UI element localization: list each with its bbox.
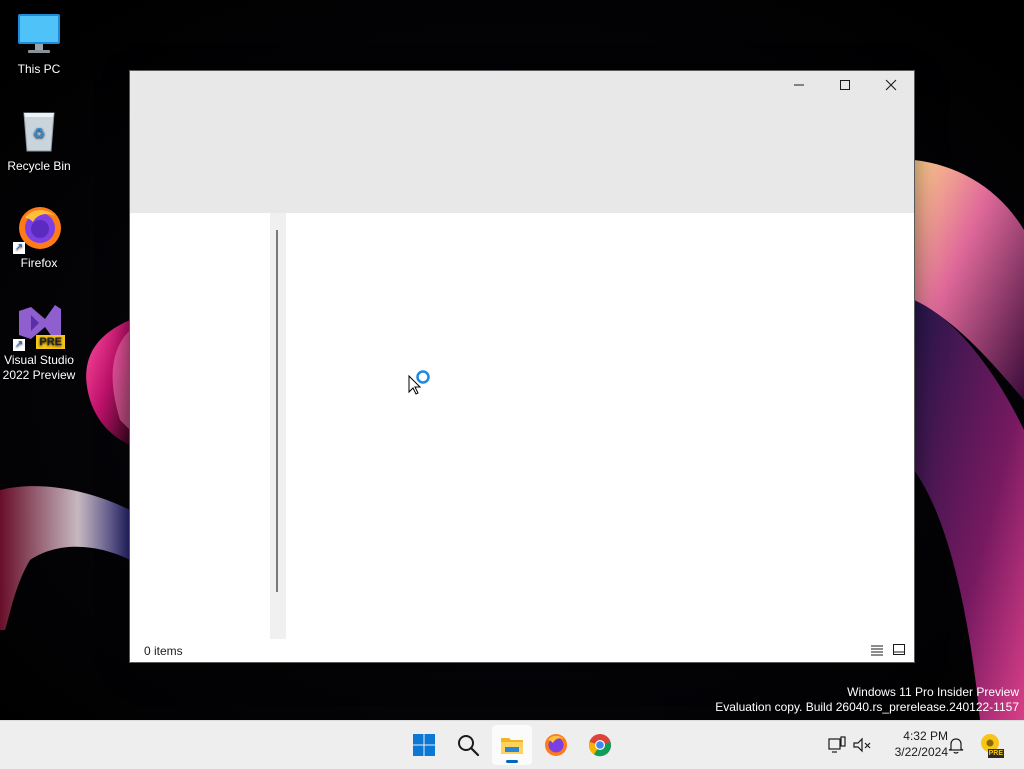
file-explorer-taskbar-button[interactable]: [492, 725, 532, 765]
navigation-scrollbar[interactable]: [276, 230, 278, 592]
title-bar[interactable]: [130, 71, 914, 213]
tiles-view-button[interactable]: [892, 643, 906, 657]
clock-date: 3/22/2024: [894, 745, 948, 759]
taskbar: 4:32 PM 3/22/2024 PRE: [0, 720, 1024, 769]
search-button[interactable]: [448, 725, 488, 765]
chrome-icon: [588, 734, 612, 757]
recycle-bin-icon: ♻: [15, 107, 63, 155]
desktop-icon-label: Recycle Bin: [7, 159, 71, 173]
desktop-icon-label: This PC: [17, 62, 61, 76]
details-view-icon: [871, 645, 883, 656]
navigation-pane[interactable]: [130, 213, 270, 639]
monitor-icon: [15, 10, 63, 58]
clock[interactable]: 4:32 PM 3/22/2024: [878, 728, 948, 760]
watermark-line-1: Windows 11 Pro Insider Preview: [847, 685, 1019, 699]
firefox-taskbar-button[interactable]: [536, 725, 576, 765]
start-button[interactable]: [404, 725, 444, 765]
network-icon[interactable]: [827, 735, 847, 755]
notification-bell-icon[interactable]: [946, 735, 966, 755]
desktop-icon-visual-studio-preview[interactable]: PRE ↗ Visual Studio 2022 Preview: [0, 301, 78, 383]
file-list-pane[interactable]: [286, 213, 914, 639]
desktop-icon-this-pc[interactable]: This PC: [0, 10, 78, 77]
maximize-button[interactable]: [822, 71, 868, 99]
clock-time: 4:32 PM: [903, 729, 948, 743]
pane-splitter[interactable]: [270, 213, 286, 639]
item-count: 0 items: [144, 644, 183, 658]
shortcut-arrow-icon: ↗: [13, 339, 25, 351]
large-icons-view-icon: [893, 644, 905, 655]
visual-studio-icon: PRE ↗: [13, 301, 65, 351]
file-explorer-window[interactable]: 0 items: [130, 71, 914, 662]
volume-muted-icon[interactable]: [852, 735, 872, 755]
status-bar: 0 items: [130, 639, 914, 662]
maximize-icon: [840, 80, 850, 90]
active-indicator: [506, 760, 518, 763]
chrome-taskbar-button[interactable]: [580, 725, 620, 765]
pre-badge: PRE: [36, 335, 65, 349]
busy-cursor-icon: [408, 368, 434, 399]
windows-logo-icon: [413, 734, 435, 756]
desktop-icon-firefox[interactable]: ↗ Firefox: [0, 204, 78, 271]
details-view-button[interactable]: [870, 643, 884, 657]
folder-icon: [501, 738, 523, 754]
search-icon: [458, 735, 480, 757]
firefox-icon: ↗: [13, 204, 63, 254]
desktop-icon-label: Visual Studio 2022 Preview: [2, 353, 76, 382]
desktop-icon-recycle-bin[interactable]: ♻ Recycle Bin: [0, 107, 78, 174]
svg-text:♻: ♻: [33, 126, 46, 142]
close-button[interactable]: [868, 71, 914, 99]
pre-badge: PRE: [987, 749, 1004, 758]
minimize-icon: [794, 84, 804, 86]
shortcut-arrow-icon: ↗: [13, 242, 25, 254]
close-icon: [885, 79, 897, 91]
firefox-icon: [545, 734, 567, 756]
minimize-button[interactable]: [776, 71, 822, 99]
insider-preview-tray-icon[interactable]: PRE: [980, 732, 1004, 758]
desktop-icon-label: Firefox: [20, 256, 58, 270]
watermark-line-2: Evaluation copy. Build 26040.rs_prerelea…: [715, 700, 1019, 714]
evaluation-watermark: Windows 11 Pro Insider Preview Evaluatio…: [715, 685, 1019, 715]
